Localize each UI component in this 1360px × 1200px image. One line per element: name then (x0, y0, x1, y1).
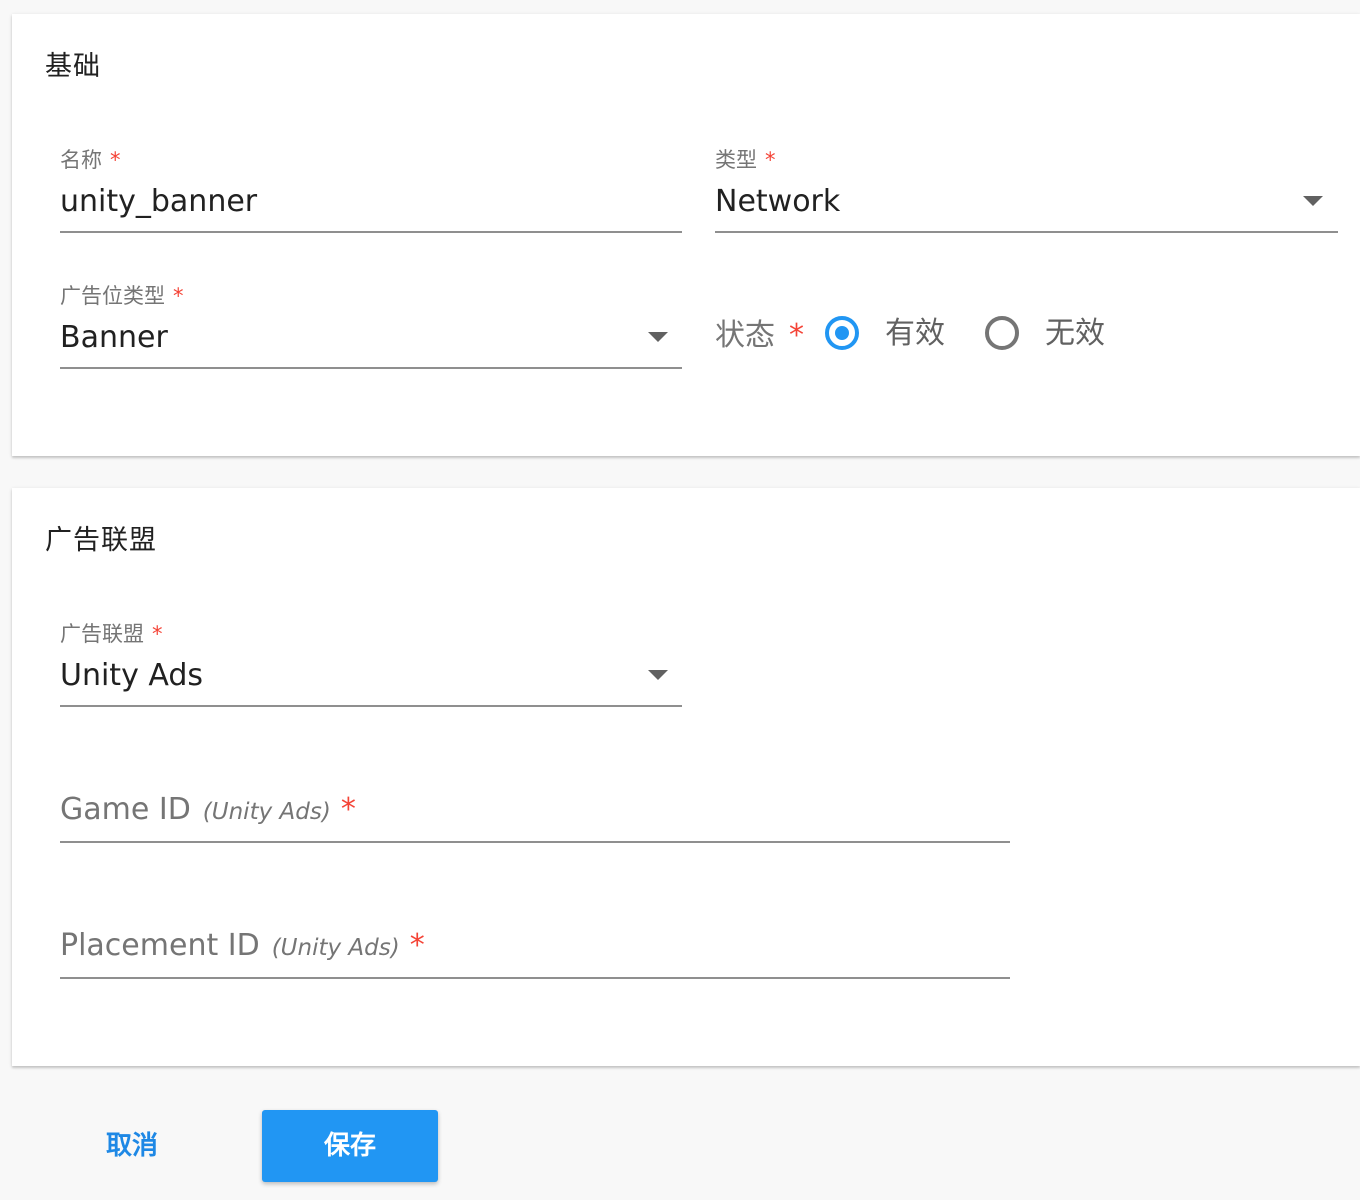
type-field-label: 类型 * (715, 148, 776, 172)
network-select-underline (60, 705, 682, 707)
required-asterisk: * (409, 928, 425, 963)
network-select-value[interactable]: Unity Ads (60, 658, 203, 694)
placement-type-select-value[interactable]: Banner (60, 320, 168, 356)
required-asterisk: * (765, 148, 776, 172)
placement-id-underline (60, 977, 1010, 979)
required-asterisk: * (340, 792, 356, 827)
required-asterisk: * (173, 284, 184, 308)
radio-unchecked-icon[interactable] (985, 316, 1019, 350)
save-button[interactable]: 保存 (262, 1110, 438, 1182)
cancel-button[interactable]: 取消 (88, 1110, 176, 1182)
placement-id-input[interactable]: Placement ID (Unity Ads) * (60, 924, 1010, 982)
dropdown-caret-icon[interactable] (648, 670, 668, 680)
required-asterisk: * (789, 318, 804, 353)
game-id-placeholder: Game ID (Unity Ads) * (60, 792, 356, 827)
name-field[interactable]: 名称 * unity_banner (60, 144, 682, 234)
dropdown-caret-icon[interactable] (648, 332, 668, 342)
type-select[interactable]: 类型 * Network (715, 144, 1338, 234)
placement-type-select[interactable]: 广告位类型 * Banner (60, 280, 682, 370)
name-input-underline (60, 231, 682, 233)
placement-id-placeholder: Placement ID (Unity Ads) * (60, 928, 425, 963)
placement-type-select-underline (60, 367, 682, 369)
status-option-valid[interactable]: 有效 (825, 314, 965, 358)
type-select-underline (715, 231, 1338, 233)
status-option-invalid-label[interactable]: 无效 (1045, 314, 1105, 354)
name-input-value[interactable]: unity_banner (60, 184, 257, 220)
section-title-network: 广告联盟 (45, 525, 157, 556)
status-label: 状态 * (715, 318, 804, 353)
name-field-label: 名称 * (60, 148, 121, 172)
status-option-valid-label[interactable]: 有效 (885, 314, 945, 354)
placement-type-field-label: 广告位类型 * (60, 284, 184, 308)
radio-checked-icon[interactable] (825, 316, 859, 350)
basic-section-card: 基础 名称 * unity_banner 类型 * Network 广告位类型 * B… (12, 14, 1360, 456)
network-select[interactable]: 广告联盟 * Unity Ads (60, 618, 682, 708)
game-id-input[interactable]: Game ID (Unity Ads) * (60, 788, 1010, 846)
required-asterisk: * (110, 148, 121, 172)
game-id-underline (60, 841, 1010, 843)
network-field-label: 广告联盟 * (60, 622, 163, 646)
required-asterisk: * (152, 622, 163, 646)
network-section-card: 广告联盟 广告联盟 * Unity Ads Game ID (Unity Ads) *… (12, 488, 1360, 1066)
dropdown-caret-icon[interactable] (1303, 196, 1323, 206)
type-select-value[interactable]: Network (715, 184, 840, 220)
status-option-invalid[interactable]: 无效 (985, 314, 1125, 358)
section-title-basic: 基础 (45, 51, 101, 82)
status-radio-group: 状态 * 有效 无效 (715, 314, 1315, 358)
